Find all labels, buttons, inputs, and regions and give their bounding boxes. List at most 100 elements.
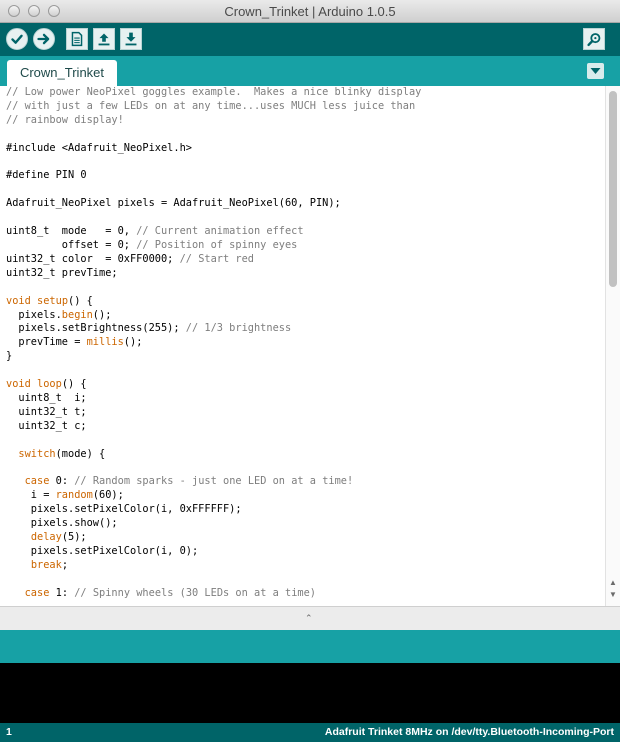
open-sketch-button[interactable] [93, 28, 115, 50]
code-editor[interactable]: // Low power NeoPixel goggles example. M… [0, 86, 605, 606]
code-token: } [6, 350, 13, 363]
chevron-up-icon[interactable]: ⌃ [305, 613, 313, 624]
code-token: Adafruit_NeoPixel pixels = Adafruit_NeoP… [6, 197, 341, 210]
code-token: break [30, 558, 62, 571]
code-line: void setup() { [6, 295, 605, 309]
editor-scrollbar[interactable]: ▲ ▼ [605, 86, 620, 606]
toolbar [0, 23, 620, 56]
console-output [0, 663, 620, 723]
line-number: 1 [6, 726, 12, 738]
scrollbar-thumb[interactable] [609, 91, 617, 287]
code-line: switch(mode) { [6, 448, 605, 462]
pane-divider[interactable]: ⌃ [0, 606, 620, 630]
tab-bar: Crown_Trinket [0, 56, 620, 86]
code-line: prevTime = millis(); [6, 336, 605, 350]
new-sketch-button[interactable] [66, 28, 88, 50]
code-token: case [24, 586, 50, 599]
code-line: uint8_t mode = 0, // Current animation e… [6, 225, 605, 239]
code-token: 0: [49, 475, 75, 488]
code-token: pixels. [6, 308, 62, 321]
scroll-down-icon[interactable]: ▼ [608, 591, 618, 599]
code-line: delay(5); [6, 531, 605, 545]
triangle-down-icon [587, 66, 604, 83]
scroll-up-icon[interactable]: ▲ [608, 579, 618, 587]
code-token: // Low power NeoPixel goggles example. M… [6, 86, 422, 98]
code-token: // rainbow display! [6, 113, 124, 126]
code-line: pixels.setPixelColor(i, 0); [6, 545, 605, 559]
code-token: void [6, 294, 31, 307]
code-line: // Low power NeoPixel goggles example. M… [6, 86, 605, 100]
code-line: case 0: // Random sparks - just one LED … [6, 475, 605, 489]
code-token: uint8_t mode = 0, [6, 225, 137, 238]
code-line: i = random(60); [6, 489, 605, 503]
code-token: // with just a few LEDs on at any time..… [6, 99, 416, 112]
code-line: pixels.setPixelColor(i, 0xFFFFFF); [6, 503, 605, 517]
code-line: void loop() { [6, 378, 605, 392]
code-token: () { [68, 294, 93, 307]
code-token: uint32_t prevTime; [6, 266, 118, 279]
upload-button[interactable] [33, 28, 55, 50]
code-token: random [55, 489, 93, 502]
code-token: 1: [49, 586, 75, 599]
code-line: uint32_t prevTime; [6, 267, 605, 281]
code-token: (); [92, 308, 112, 321]
code-token: offset = 0; [6, 238, 137, 251]
code-token: delay [30, 531, 62, 543]
code-token: begin [61, 308, 93, 321]
code-token: uint8_t i; [6, 391, 87, 404]
code-line: #include <Adafruit_NeoPixel.h> [6, 142, 605, 156]
code-token: (); [123, 336, 143, 349]
code-token: prevTime = [6, 336, 87, 349]
code-line: break; [6, 559, 605, 573]
code-token: #define PIN 0 [6, 169, 87, 182]
code-token: case [24, 475, 50, 488]
code-line: uint32_t t; [6, 406, 605, 420]
code-line: Adafruit_NeoPixel pixels = Adafruit_NeoP… [6, 197, 605, 211]
save-sketch-button[interactable] [120, 28, 142, 50]
code-line: pixels.begin(); [6, 309, 605, 323]
code-token: pixels.setPixelColor(i, 0xFFFFFF); [6, 503, 242, 516]
code-token: pixels.setBrightness(255); [6, 322, 186, 335]
code-token: switch [18, 447, 56, 460]
code-token: millis [86, 336, 124, 349]
code-line: #define PIN 0 [6, 169, 605, 183]
code-line: pixels.show(); [6, 517, 605, 531]
serial-monitor-button[interactable] [583, 28, 605, 50]
code-line: uint32_t color = 0xFF0000; // Start red [6, 253, 605, 267]
code-token: () { [61, 378, 87, 391]
code-token: // Start red [179, 252, 254, 265]
board-port-label: Adafruit Trinket 8MHz on /dev/tty.Blueto… [324, 726, 614, 738]
code-token: pixels.show(); [6, 517, 118, 530]
verify-button[interactable] [6, 28, 28, 50]
status-bar: 1 Adafruit Trinket 8MHz on /dev/tty.Blue… [0, 723, 620, 742]
code-line: // with just a few LEDs on at any time..… [6, 100, 605, 114]
message-area [0, 630, 620, 663]
code-line: pixels.setBrightness(255); // 1/3 bright… [6, 322, 605, 336]
code-token: i = [6, 489, 56, 502]
tab-menu-button[interactable] [587, 63, 604, 79]
code-token: (60); [92, 489, 124, 502]
tab-crown-trinket[interactable]: Crown_Trinket [7, 60, 117, 86]
code-token: loop [37, 378, 62, 391]
code-token: pixels.setPixelColor(i, 0); [6, 544, 199, 557]
code-line: uint8_t i; [6, 392, 605, 406]
code-token: setup [37, 294, 69, 307]
code-text: // Low power NeoPixel goggles example. M… [0, 86, 605, 601]
code-token: // Current animation effect [136, 225, 304, 238]
code-token: uint32_t color = 0xFF0000; [6, 252, 180, 265]
code-token: // Spinny wheels (30 LEDs on at a time) [74, 586, 317, 599]
code-token: (5); [61, 531, 87, 543]
code-token: uint32_t t; [6, 405, 87, 418]
